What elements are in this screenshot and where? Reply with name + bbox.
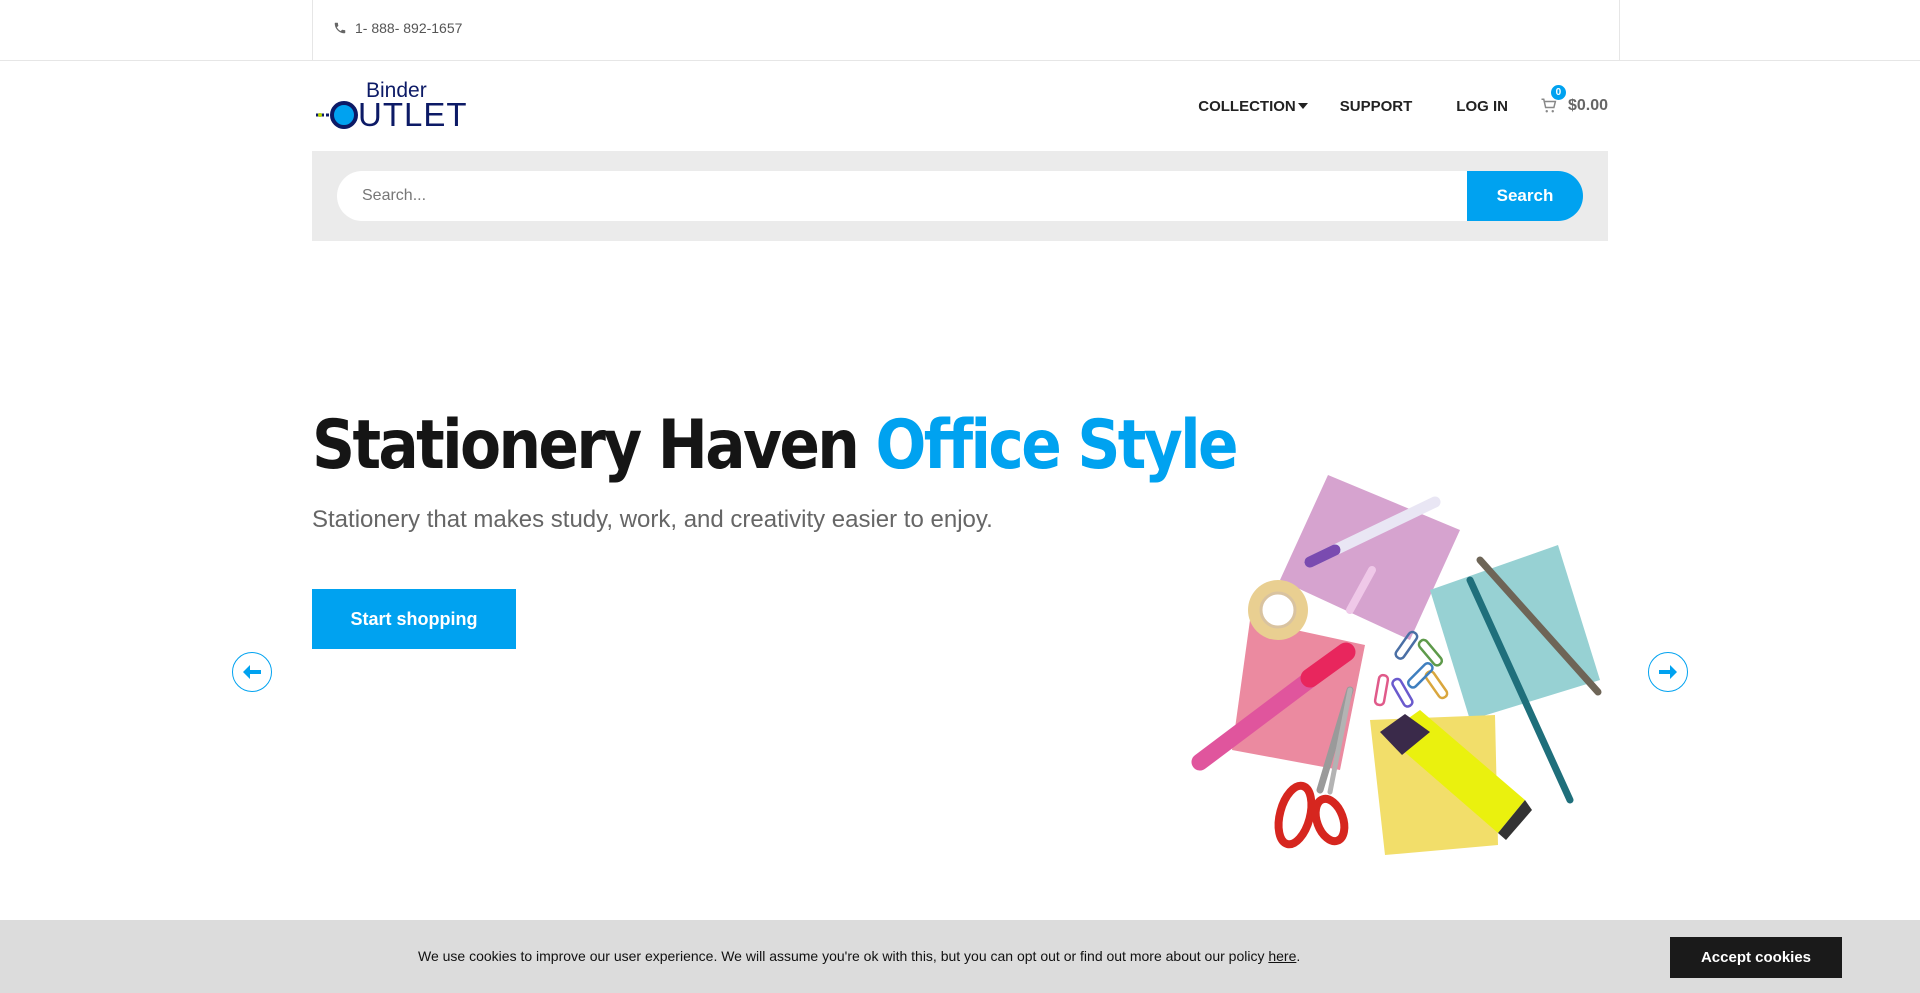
nav-collection[interactable]: COLLECTION xyxy=(1198,98,1308,115)
cookie-message-end: . xyxy=(1296,948,1301,964)
phone-icon xyxy=(334,22,346,34)
cookie-banner: We use cookies to improve our user exper… xyxy=(0,920,1920,993)
cart-button[interactable]: 0 $0.00 xyxy=(1540,85,1608,115)
logo-word-outlet: UTLET xyxy=(358,96,468,133)
logo[interactable]: Binder UTLET xyxy=(316,79,468,135)
search-button[interactable]: Search xyxy=(1467,171,1583,221)
hero-title: Stationery Haven Office Style xyxy=(312,406,1239,485)
slider-next-button[interactable] xyxy=(1648,652,1688,692)
cart-count-badge: 0 xyxy=(1550,85,1566,100)
cart-total: $0.00 xyxy=(1567,97,1608,114)
cookie-message: We use cookies to improve our user exper… xyxy=(418,948,1300,964)
hero-subtitle: Stationery that makes study, work, and c… xyxy=(312,506,993,533)
top-bar: 1- 888- 892-1657 xyxy=(0,0,1920,61)
main-nav: COLLECTION SUPPORT LOG IN 0 $0.00 xyxy=(1198,85,1608,115)
search-input[interactable] xyxy=(337,171,1477,221)
logo-magnifier-icon xyxy=(316,101,358,129)
hero-stationery-image xyxy=(1191,475,1602,855)
nav-support[interactable]: SUPPORT xyxy=(1340,98,1413,115)
hero-title-main: Stationery Haven xyxy=(312,406,860,485)
phone-contact[interactable]: 1- 888- 892-1657 xyxy=(333,20,462,36)
phone-number: 1- 888- 892-1657 xyxy=(355,20,463,36)
header: Binder UTLET COLLECTION SUPPORT LOG IN 0… xyxy=(312,61,1608,151)
cart-icon xyxy=(1541,98,1557,113)
slider-prev-button[interactable] xyxy=(232,652,272,692)
nav-collection-label: COLLECTION xyxy=(1198,97,1296,115)
accept-cookies-button[interactable]: Accept cookies xyxy=(1670,937,1842,978)
teal-sticky-note xyxy=(1430,545,1600,720)
search-bar: Search xyxy=(312,151,1608,241)
nav-login[interactable]: LOG IN xyxy=(1456,98,1508,115)
top-bar-inner: 1- 888- 892-1657 xyxy=(312,0,1620,60)
start-shopping-button[interactable]: Start shopping xyxy=(312,589,516,649)
arrow-left-icon xyxy=(243,665,261,679)
caret-down-icon xyxy=(1297,103,1308,109)
cookie-policy-link[interactable]: here xyxy=(1268,948,1296,964)
cookie-message-text: We use cookies to improve our user exper… xyxy=(418,948,1269,964)
arrow-right-icon xyxy=(1659,665,1677,679)
